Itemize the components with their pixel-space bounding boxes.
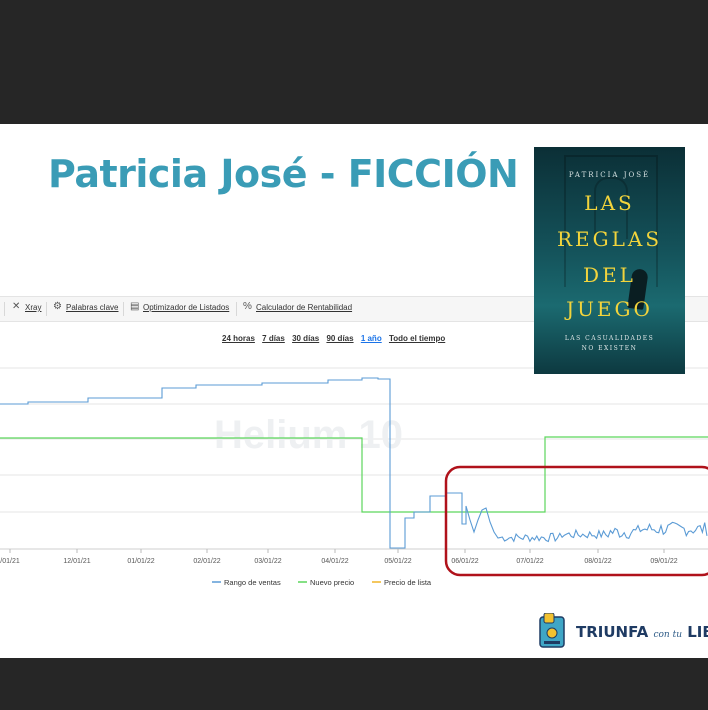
range-all-time[interactable]: Todo el tiempo — [389, 334, 445, 343]
x-tick-label: 06/01/22 — [451, 558, 478, 565]
cover-title-line: REGLAS — [556, 227, 663, 251]
toolbar-item-keywords[interactable]: Palabras clave — [66, 303, 118, 312]
grid-lines — [0, 367, 708, 550]
toolbar-item-xray[interactable]: Xray — [25, 303, 41, 312]
book-logo-icon — [539, 612, 565, 648]
x-tick-label: 05/01/22 — [384, 558, 411, 565]
x-axis-ticks: /01/21 12/01/21 01/01/22 02/01/22 03/01/22 04… — [0, 549, 678, 565]
x-tick-label: 04/01/22 — [321, 558, 348, 565]
cover-tagline: LAS CASUALIDADES — [564, 335, 655, 342]
presentation-slide: Patricia José - FICCIÓN ✕ Xray ⚙ Palabra… — [0, 124, 708, 658]
cover-title-line: DEL — [583, 263, 636, 287]
keywords-icon[interactable]: ⚙ — [53, 301, 62, 312]
book-cover: PATRICIA JOSÉ LAS REGLAS DEL JUEGO LAS C… — [534, 147, 685, 374]
toolbar-divider — [123, 302, 124, 316]
toolbar-divider — [4, 302, 5, 316]
x-tick-label: 07/01/22 — [516, 558, 543, 565]
brand-text: TRIUNFA con tu LIBRO — [576, 623, 708, 641]
percent-icon[interactable]: % — [243, 301, 252, 312]
x-tick-label: 01/01/22 — [127, 558, 154, 565]
legend-label[interactable]: Precio de lista — [384, 578, 432, 587]
range-7d[interactable]: 7 días — [262, 334, 285, 343]
toolbar-item-listing-optimizer[interactable]: Optimizador de Listados — [143, 303, 229, 312]
legend-label[interactable]: Rango de ventas — [224, 578, 281, 587]
cover-author: PATRICIA JOSÉ — [568, 171, 651, 179]
range-90d[interactable]: 90 días — [326, 334, 353, 343]
legend-label[interactable]: Nuevo precio — [310, 578, 354, 587]
cover-tagline: NO EXISTEN — [581, 345, 638, 352]
triunfa-brand-logo: TRIUNFA con tu LIBRO — [538, 612, 708, 649]
brand-small: con tu — [653, 630, 682, 640]
x-tick-label: 12/01/21 — [63, 558, 90, 565]
range-1y[interactable]: 1 año — [361, 334, 382, 343]
time-range-selector: 24 horas 7 días 30 días 90 días 1 año To… — [222, 334, 450, 343]
screen: { "slide": { "title": "Patricia José - F… — [0, 0, 708, 710]
x-tick-label: 09/01/22 — [650, 558, 677, 565]
toolbar-divider — [46, 302, 47, 316]
cover-title-line: LAS — [584, 191, 635, 215]
helium10-watermark: Helium 10 — [214, 413, 403, 457]
cover-title-line: JUEGO — [566, 297, 653, 321]
sales-rank-chart: Helium 10 /01/21 12/01/21 01/01/22 02/01/22… — [0, 367, 708, 587]
x-tick-label: 08/01/22 — [584, 558, 611, 565]
chart-legend: Rango de ventas Nuevo precio Precio de lis… — [212, 578, 432, 587]
range-24h[interactable]: 24 horas — [222, 334, 255, 343]
toolbar-divider — [236, 302, 237, 316]
listing-icon[interactable]: ▤ — [130, 301, 139, 312]
close-icon[interactable]: ✕ — [12, 301, 20, 312]
x-tick-label: /01/21 — [0, 558, 20, 565]
toolbar-item-profitability-calculator[interactable]: Calculador de Rentabilidad — [256, 303, 352, 312]
x-tick-label: 03/01/22 — [254, 558, 281, 565]
range-30d[interactable]: 30 días — [292, 334, 319, 343]
slide-title: Patricia José - FICCIÓN — [48, 152, 519, 196]
brand-end: LIBRO — [687, 623, 708, 641]
x-tick-label: 02/01/22 — [193, 558, 220, 565]
brand-main: TRIUNFA — [576, 623, 649, 641]
